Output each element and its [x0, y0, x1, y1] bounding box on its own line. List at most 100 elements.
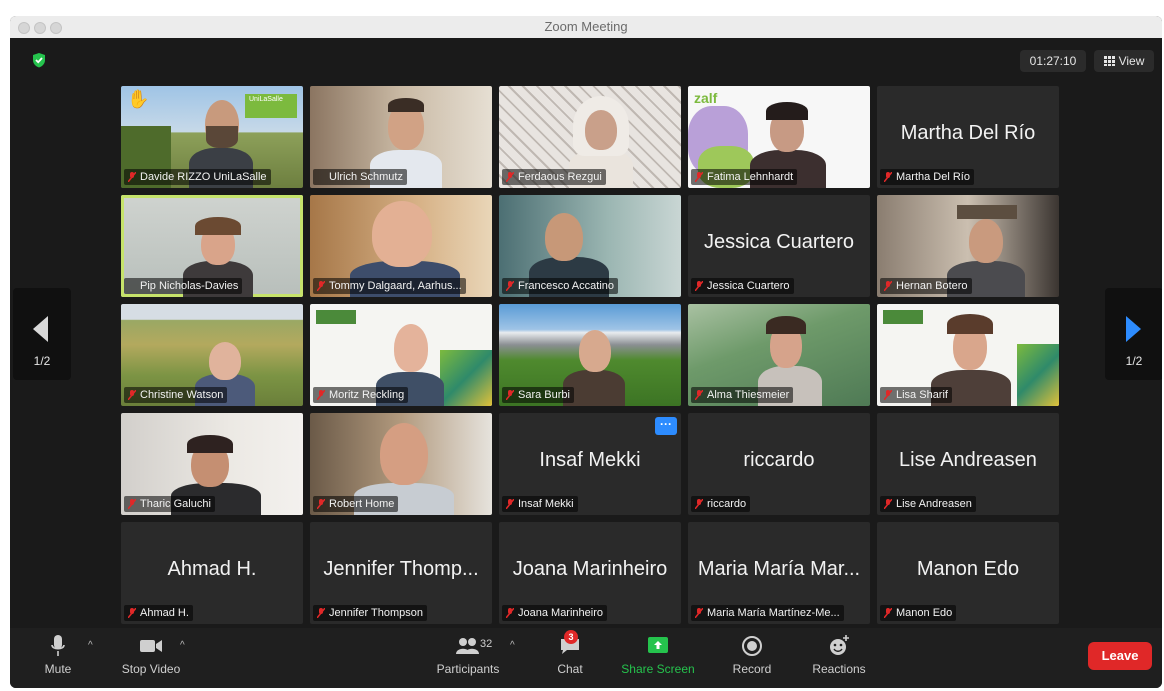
participant-name: Lisa Sharif [896, 389, 948, 401]
view-button[interactable]: View [1094, 50, 1154, 72]
participant-tile[interactable]: Jennifer Thomp... Jennifer Thompson [310, 522, 492, 624]
participant-face [969, 219, 1003, 263]
participants-button[interactable]: 32 Participants [428, 634, 508, 676]
share-screen-icon [648, 637, 668, 653]
reactions-label: Reactions [812, 662, 866, 676]
participant-tile[interactable]: Tommy Dalgaard, Aarhus... [310, 195, 492, 297]
muted-mic-icon [128, 390, 136, 400]
participant-name-label: Davide RIZZO UniLaSalle [124, 169, 271, 185]
participant-tile[interactable]: Maria María Mar... Maria María Martínez-… [688, 522, 870, 624]
microphone-icon [51, 635, 65, 656]
muted-mic-icon [695, 281, 703, 291]
participant-tile[interactable]: Robert Home [310, 413, 492, 515]
meeting-timer: 01:27:10 [1020, 50, 1086, 72]
participant-name: Insaf Mekki [518, 498, 574, 510]
participant-tile[interactable]: Lisa Sharif [877, 304, 1059, 406]
participant-tile[interactable]: Ulrich Schmutz [310, 86, 492, 188]
participant-name-label: Manon Edo [880, 605, 957, 621]
participant-tile[interactable]: ··· Insaf Mekki Insaf Mekki [499, 413, 681, 515]
video-options-caret-icon[interactable]: ^ [180, 640, 185, 651]
muted-mic-icon [884, 499, 892, 509]
chat-label: Chat [557, 662, 583, 676]
participant-tile[interactable]: Christine Watson [121, 304, 303, 406]
participant-tile[interactable]: Martha Del Río Martha Del Río [877, 86, 1059, 188]
muted-mic-icon [884, 172, 892, 182]
reactions-button[interactable]: Reactions [804, 634, 874, 676]
participant-name-label: Maria María Martínez-Me... [691, 605, 844, 621]
zoom-window: Zoom Meeting 01:27:10 View 1/2 1/2 UniLa… [10, 16, 1162, 688]
participant-tile[interactable]: UniLaSalle ✋ Davide RIZZO UniLaSalle [121, 86, 303, 188]
participant-display-name: Martha Del Río [900, 122, 1036, 144]
previous-page-button[interactable]: 1/2 [13, 288, 71, 380]
leave-button[interactable]: Leave [1088, 642, 1152, 670]
participant-name-label: Martha Del Río [880, 169, 974, 185]
muted-mic-icon [506, 608, 514, 618]
participant-display-name: riccardo [743, 449, 815, 471]
participant-tile-active-speaker[interactable]: Pip Nicholas-Davies [121, 195, 303, 297]
participant-name: Jessica Cuartero [707, 280, 790, 292]
participant-tile[interactable]: Alma Thiesmeier [688, 304, 870, 406]
participant-tile[interactable]: Joana Marinheiro Joana Marinheiro [499, 522, 681, 624]
record-icon [742, 636, 762, 656]
participant-face [372, 201, 432, 267]
beard [206, 126, 238, 148]
participant-display-name: Manon Edo [916, 558, 1020, 580]
muted-mic-icon [317, 390, 325, 400]
next-page-button[interactable]: 1/2 [1105, 288, 1162, 380]
share-screen-button[interactable]: Share Screen [616, 634, 700, 676]
participant-name-label: riccardo [691, 496, 751, 512]
participant-tile[interactable]: Moritz Reckling [310, 304, 492, 406]
mute-button[interactable]: Mute [40, 634, 76, 676]
participant-tile[interactable]: Sara Burbi [499, 304, 681, 406]
mute-options-caret-icon[interactable]: ^ [88, 640, 93, 651]
participant-name-label: Robert Home [313, 496, 399, 512]
participants-options-caret-icon[interactable]: ^ [510, 640, 515, 651]
chat-unread-badge: 3 [564, 630, 578, 644]
participant-name-label: Ulrich Schmutz [313, 169, 407, 185]
muted-mic-icon [506, 499, 514, 509]
participant-tile[interactable]: Lise Andreasen Lise Andreasen [877, 413, 1059, 515]
participant-tile[interactable]: Ferdaous Rezgui [499, 86, 681, 188]
participant-name-label: Ahmad H. [124, 605, 193, 621]
chat-button[interactable]: 3 Chat [550, 630, 590, 676]
more-options-button[interactable]: ··· [655, 417, 677, 435]
muted-mic-icon [128, 608, 136, 618]
muted-mic-icon [695, 608, 703, 618]
participant-name-label: Tommy Dalgaard, Aarhus... [313, 278, 466, 294]
shield-icon[interactable] [31, 52, 47, 68]
participant-name: Alma Thiesmeier [707, 389, 790, 401]
participant-name: Fatima Lehnhardt [707, 171, 794, 183]
muted-mic-icon [695, 499, 703, 509]
participant-tile[interactable]: Jessica Cuartero Jessica Cuartero [688, 195, 870, 297]
title-bar: Zoom Meeting [10, 16, 1162, 39]
participant-tile[interactable]: Ahmad H. Ahmad H. [121, 522, 303, 624]
participant-display-name: Maria María Mar... [697, 558, 861, 580]
landscape-pattern [440, 350, 492, 406]
participant-name: Maria María Martínez-Me... [707, 607, 840, 619]
stop-video-button[interactable]: Stop Video [116, 634, 186, 676]
participant-tile[interactable]: zalf Fatima Lehnhardt [688, 86, 870, 188]
zalf-logo: zalf [694, 90, 718, 106]
participant-name: Martha Del Río [896, 171, 970, 183]
record-label: Record [732, 662, 772, 676]
participant-name-label: Alma Thiesmeier [691, 387, 794, 403]
window-title: Zoom Meeting [544, 19, 628, 34]
hair [187, 435, 233, 453]
muted-mic-icon [506, 390, 514, 400]
participant-name-label: Hernan Botero [880, 278, 972, 294]
meeting-stage: 01:27:10 View 1/2 1/2 UniLaSalle ✋ David… [10, 38, 1162, 628]
landscape-logo [316, 310, 356, 324]
raised-hand-icon: ✋ [127, 89, 150, 109]
participant-tile[interactable]: Francesco Accatino [499, 195, 681, 297]
participant-tile[interactable]: Manon Edo Manon Edo [877, 522, 1059, 624]
participant-display-name: Jennifer Thomp... [323, 558, 479, 580]
participants-label: Participants [436, 662, 500, 676]
participant-tile[interactable]: Tharic Galuchi [121, 413, 303, 515]
hair [388, 98, 424, 112]
hair [766, 102, 808, 120]
participant-tile[interactable]: Hernan Botero [877, 195, 1059, 297]
muted-mic-icon [884, 281, 892, 291]
participant-display-name: Jessica Cuartero [703, 231, 855, 253]
participant-tile[interactable]: riccardo riccardo [688, 413, 870, 515]
record-button[interactable]: Record [724, 634, 780, 676]
